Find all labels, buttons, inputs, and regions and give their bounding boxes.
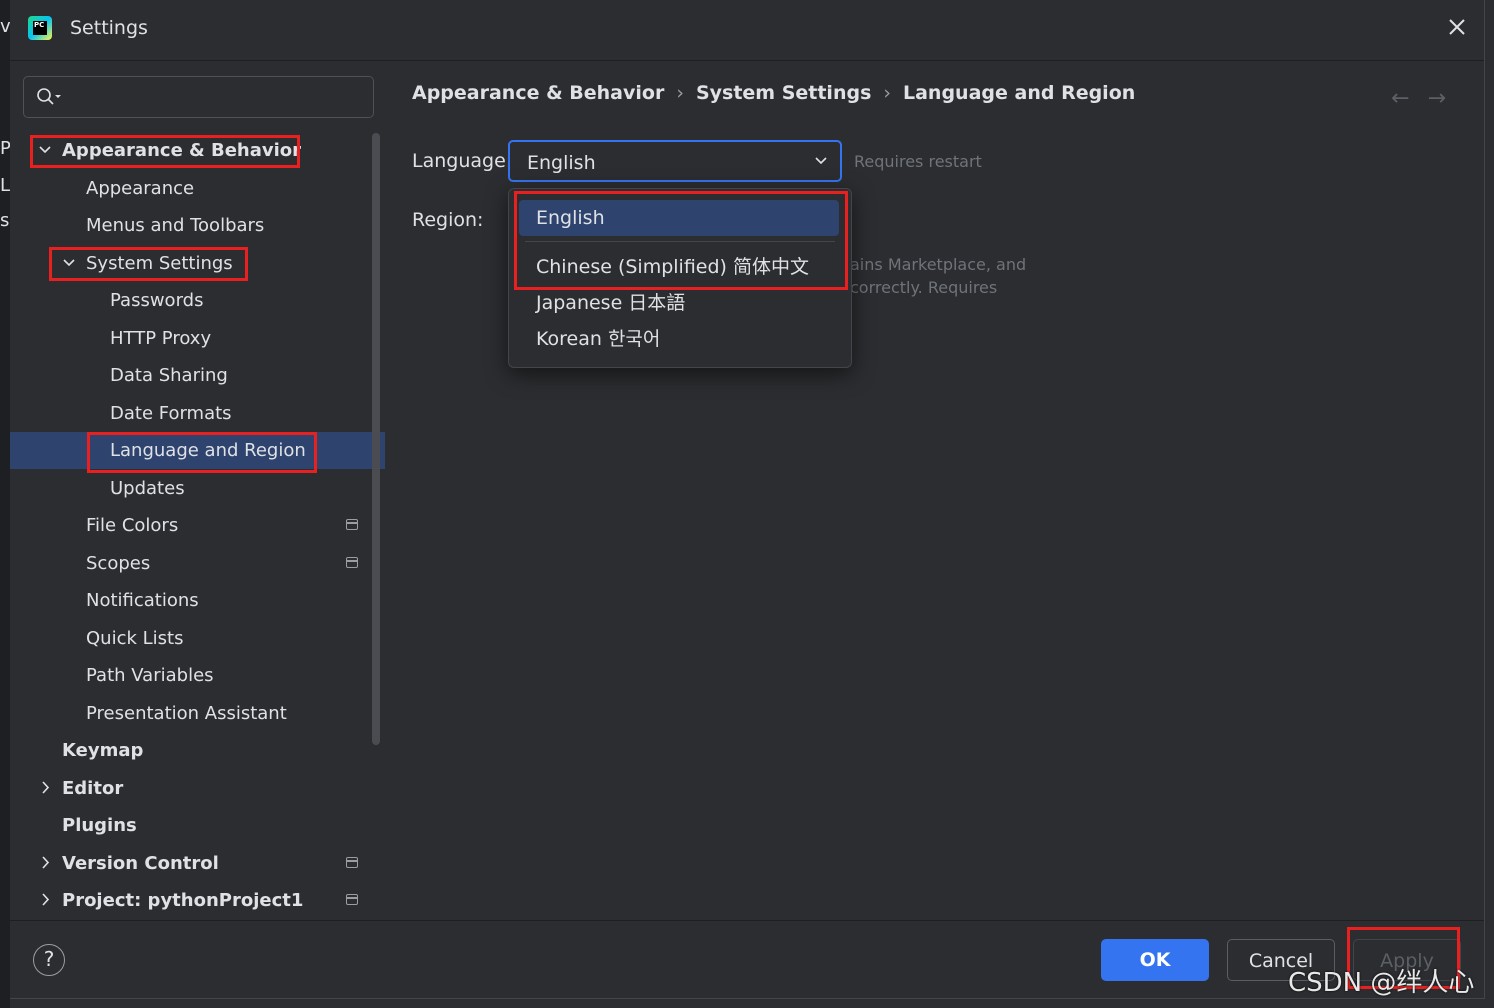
sidebar-item[interactable]: Language and Region — [10, 432, 385, 469]
forward-arrow-icon[interactable]: → — [1428, 86, 1464, 111]
breadcrumb-item[interactable]: System Settings — [696, 82, 871, 104]
sidebar-item-label: Date Formats — [110, 403, 232, 424]
settings-dialog: PC Settings Appearance & Behavior Appeara… — [10, 0, 1485, 999]
sidebar-item-label: System Settings — [86, 253, 233, 274]
sidebar-item-label: Editor — [62, 778, 124, 799]
project-level-icon — [346, 519, 358, 530]
close-button[interactable] — [1444, 14, 1470, 40]
language-option-english[interactable]: English — [519, 200, 839, 236]
sidebar-item-label: Scopes — [86, 553, 151, 574]
breadcrumb-separator: › — [676, 82, 684, 104]
sidebar-item-label: Path Variables — [86, 665, 214, 686]
sidebar-item[interactable]: Passwords — [10, 282, 385, 319]
close-icon — [1449, 19, 1465, 35]
sidebar-item[interactable]: Editor — [10, 770, 385, 807]
sidebar-item[interactable]: System Settings — [10, 245, 385, 282]
chevron-down-icon[interactable] — [38, 132, 52, 169]
sidebar-item[interactable]: Plugins — [10, 807, 385, 844]
sidebar-item-label: Version Control — [62, 853, 219, 874]
sidebar-item[interactable]: Notifications — [10, 582, 385, 619]
sidebar-item[interactable]: Appearance & Behavior — [10, 132, 385, 169]
project-level-icon — [346, 894, 358, 905]
project-level-icon — [346, 557, 358, 568]
search-input[interactable] — [72, 85, 356, 109]
breadcrumb-item: Language and Region — [903, 82, 1136, 104]
sidebar-item[interactable]: Updates — [10, 470, 385, 507]
sidebar-item-label: Language and Region — [110, 440, 306, 461]
breadcrumb: Appearance & Behavior › System Settings › La… — [412, 82, 1135, 104]
sidebar-item[interactable]: Quick Lists — [10, 620, 385, 657]
sidebar-item-label: Presentation Assistant — [86, 703, 287, 724]
language-option-chinese[interactable]: Chinese (Simplified) 简体中文 — [519, 249, 839, 285]
help-button[interactable]: ? — [33, 944, 65, 976]
language-options-popup: English Chinese (Simplified) 简体中文 Japane… — [508, 188, 852, 368]
sidebar-item-label: Passwords — [110, 290, 204, 311]
sidebar-item[interactable]: HTTP Proxy — [10, 320, 385, 357]
sidebar-item[interactable]: File Colors — [10, 507, 385, 544]
option-separator — [525, 241, 835, 242]
chevron-down-icon — [815, 157, 827, 165]
sidebar-item[interactable]: Data Sharing — [10, 357, 385, 394]
sidebar-item-label: Appearance — [86, 178, 195, 199]
sidebar-item[interactable]: Version Control — [10, 845, 385, 882]
project-level-icon — [346, 857, 358, 868]
language-option-japanese[interactable]: Japanese 日本語 — [519, 285, 839, 321]
background-window-edge: v Pr L s — [0, 0, 18, 1008]
description-line: ains Marketplace, and — [850, 255, 1027, 274]
sidebar-item-label: Notifications — [86, 590, 199, 611]
breadcrumb-separator: › — [883, 82, 891, 104]
sidebar-item[interactable]: Menus and Toolbars — [10, 207, 385, 244]
pycharm-logo-icon: PC — [28, 16, 52, 40]
sidebar-item[interactable]: Date Formats — [10, 395, 385, 432]
chevron-down-icon[interactable] — [62, 245, 76, 282]
history-nav: ←→ — [1391, 86, 1464, 111]
sidebar-item-label: Updates — [110, 478, 185, 499]
sidebar-item[interactable]: Path Variables — [10, 657, 385, 694]
language-label: Language: — [412, 150, 513, 172]
sidebar-item-label: Project: pythonProject1 — [62, 890, 304, 911]
sidebar-item[interactable]: Appearance — [10, 170, 385, 207]
edge-fragment: s — [0, 210, 10, 231]
dialog-footer: ? OK Cancel Apply — [10, 920, 1484, 999]
sidebar-item-label: Appearance & Behavior — [62, 140, 302, 161]
window-title: Settings — [70, 17, 148, 39]
language-option-korean[interactable]: Korean 한국어 — [519, 321, 839, 357]
search-icon — [37, 88, 61, 105]
back-arrow-icon[interactable]: ← — [1391, 86, 1427, 111]
chevron-right-icon[interactable] — [38, 882, 52, 919]
sidebar-item[interactable]: Scopes — [10, 545, 385, 582]
ok-button[interactable]: OK — [1101, 939, 1209, 981]
sidebar-item[interactable]: Project: pythonProject1 — [10, 882, 385, 919]
logo-label: PC — [33, 21, 47, 35]
sidebar-item-label: Quick Lists — [86, 628, 184, 649]
chevron-right-icon[interactable] — [38, 845, 52, 882]
region-label: Region: — [412, 209, 484, 231]
sidebar-item-label: Menus and Toolbars — [86, 215, 265, 236]
language-dropdown[interactable]: English — [508, 140, 842, 182]
breadcrumb-item[interactable]: Appearance & Behavior — [412, 82, 664, 104]
requires-restart-hint: Requires restart — [854, 152, 982, 171]
description-line: correctly. Requires — [850, 278, 998, 297]
sidebar-item[interactable]: Keymap — [10, 732, 385, 769]
language-value: English — [527, 152, 596, 174]
watermark: CSDN @绊人心 — [1288, 968, 1475, 998]
sidebar-item-label: File Colors — [86, 515, 179, 536]
language-description: ains Marketplace, and correctly. Require… — [850, 253, 1070, 299]
sidebar-item-label: Data Sharing — [110, 365, 228, 386]
sidebar-item-label: Keymap — [62, 740, 144, 761]
sidebar-item[interactable]: Presentation Assistant — [10, 695, 385, 732]
chevron-right-icon[interactable] — [38, 770, 52, 807]
sidebar-item-label: Plugins — [62, 815, 137, 836]
title-bar: PC Settings — [10, 0, 1484, 61]
settings-search[interactable] — [23, 76, 374, 118]
edge-fragment: L — [0, 175, 11, 196]
sidebar-item-label: HTTP Proxy — [110, 328, 212, 349]
sidebar-scrollbar[interactable] — [372, 133, 380, 745]
